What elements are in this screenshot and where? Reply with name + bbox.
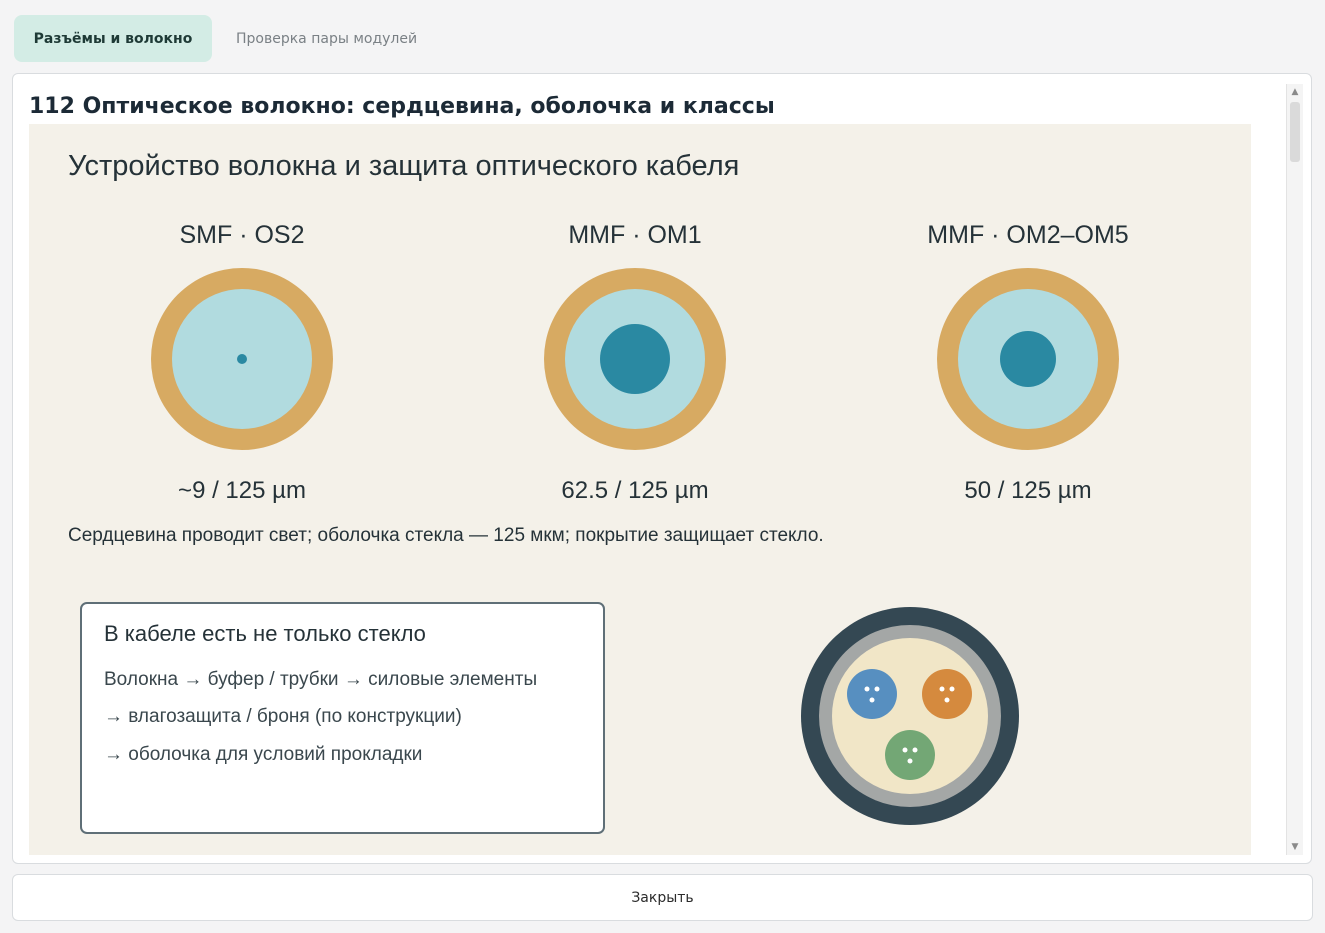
- fiber-diagram: Устройство волокна и защита оптического …: [68, 150, 1129, 834]
- vertical-scrollbar[interactable]: ▲ ▼: [1286, 84, 1303, 855]
- fiber-size-om2-om5: 50 / 125 µm: [964, 477, 1091, 504]
- fiber-dot: [912, 747, 918, 753]
- fiber-dot: [939, 686, 945, 692]
- fiber-core-om1: [600, 324, 670, 394]
- cable-info-line: → влагозащита / броня (по конструкции): [104, 706, 462, 727]
- fiber-dot: [949, 686, 955, 692]
- fiber-dot: [944, 697, 950, 703]
- fiber-core-om2-om5: [1000, 331, 1056, 387]
- fiber-caption: Сердцевина проводит свет; оболочка стекл…: [68, 525, 824, 546]
- fiber-label-smf: SMF · OS2: [179, 221, 304, 249]
- buffer-tube-orange: [922, 669, 972, 719]
- fiber-label-om2-om5: MMF · OM2–OM5: [927, 221, 1128, 249]
- fiber-dot: [864, 686, 870, 692]
- fiber-label-om1: MMF · OM1: [568, 221, 701, 249]
- fiber-dot: [869, 697, 875, 703]
- fiber-size-om1: 62.5 / 125 µm: [561, 477, 708, 504]
- scroll-down-arrow-icon[interactable]: ▼: [1287, 839, 1303, 855]
- scroll-up-arrow-icon[interactable]: ▲: [1287, 84, 1303, 100]
- close-button[interactable]: Закрыть: [12, 874, 1313, 921]
- page-title: 112 Оптическое волокно: сердцевина, обол…: [29, 94, 775, 119]
- buffer-tube-green: [885, 730, 935, 780]
- cable-cross-section: [801, 607, 1019, 825]
- tab-module-pair-check[interactable]: Проверка пары модулей: [216, 15, 437, 62]
- figure-heading: Устройство волокна и защита оптического …: [68, 150, 739, 182]
- content-panel: 112 Оптическое волокно: сердцевина, обол…: [12, 73, 1312, 864]
- cable-info-line: Волокна → буфер / трубки → силовые элеме…: [104, 669, 537, 690]
- fiber-dot: [902, 747, 908, 753]
- scroll-thumb[interactable]: [1290, 102, 1300, 162]
- tab-connectors-fiber[interactable]: Разъёмы и волокно: [14, 15, 212, 62]
- cable-info-title: В кабеле есть не только стекло: [104, 621, 426, 646]
- fiber-dot: [874, 686, 880, 692]
- fiber-figure: Устройство волокна и защита оптического …: [29, 124, 1251, 855]
- fiber-size-smf: ~9 / 125 µm: [178, 477, 306, 504]
- fiber-dot: [907, 758, 913, 764]
- cable-info-line: → оболочка для условий прокладки: [104, 744, 422, 765]
- buffer-tube-blue: [847, 669, 897, 719]
- tab-bar: Разъёмы и волокно Проверка пары модулей: [14, 15, 437, 62]
- fiber-core-smf: [237, 354, 247, 364]
